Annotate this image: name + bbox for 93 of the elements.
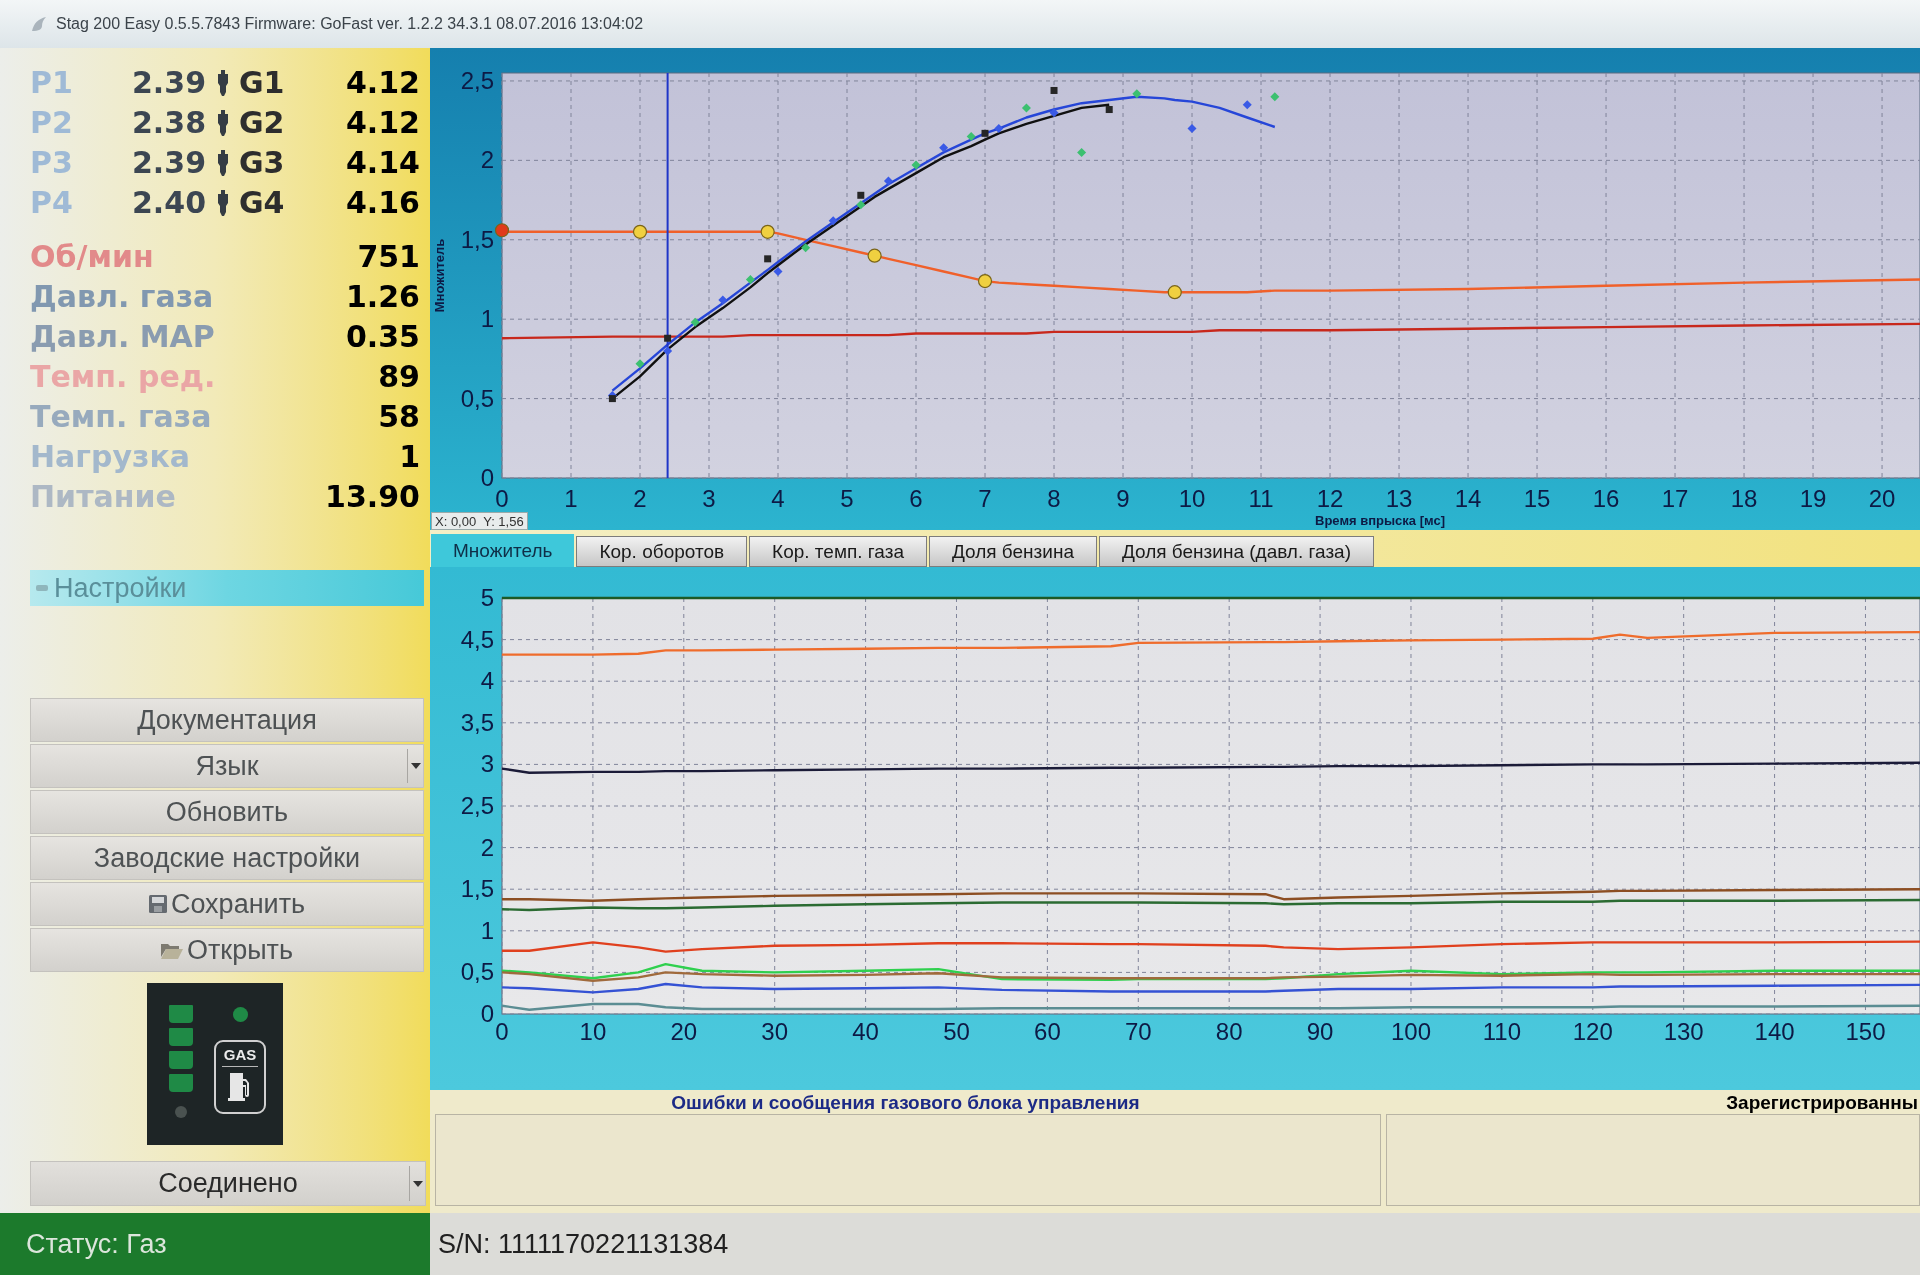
axis-tick-label: 12 bbox=[1316, 485, 1344, 512]
axis-tick-label: 2 bbox=[480, 146, 494, 174]
axis-tick-label: 1,5 bbox=[460, 875, 494, 903]
axis-tick-label: 2,5 bbox=[460, 792, 494, 819]
window-title: Stag 200 Easy 0.5.5.7843 Firmware: GoFast ver. 1.2.2 34.3.1 08.07.2016 13:04:02 bbox=[56, 14, 644, 34]
reading-value: 751 bbox=[357, 242, 420, 272]
axis-tick-label: 6 bbox=[909, 485, 923, 512]
axis-tick-label: 0 bbox=[495, 1018, 509, 1045]
axis-tick-label: 15 bbox=[1523, 485, 1551, 512]
axis-tick-label: 40 bbox=[852, 1018, 879, 1045]
axis-tick-label: 20 bbox=[670, 1018, 698, 1045]
axis-tick-label: 0 bbox=[480, 1000, 494, 1027]
reading-label: Темп. газа bbox=[30, 402, 212, 432]
section-title: Ошибки и сообщения газового блока управления bbox=[671, 1092, 1140, 1112]
axis-tick-label: 120 bbox=[1572, 1018, 1613, 1045]
axis-tick-label: 3 bbox=[702, 485, 716, 512]
injector-time: 2.39 bbox=[132, 148, 208, 178]
axis-tick-label: 20 bbox=[1868, 485, 1896, 512]
axis-tick-label: 10 bbox=[579, 1018, 607, 1045]
section-title: Настройки bbox=[54, 574, 187, 602]
axis-tick-label: 140 bbox=[1754, 1018, 1795, 1045]
axis-tick-label: 1 bbox=[480, 916, 494, 944]
axis-tick-label: 18 bbox=[1730, 485, 1758, 512]
axis-tick-label: 130 bbox=[1663, 1018, 1704, 1045]
axis-title: Множитель bbox=[432, 238, 447, 313]
injector-time: 2.38 bbox=[132, 108, 208, 138]
reading-value: 1.26 bbox=[345, 282, 420, 312]
reading-value: 0.35 bbox=[345, 322, 420, 352]
injector-time: 4.14 bbox=[345, 148, 420, 178]
axis-tick-label: 80 bbox=[1215, 1018, 1243, 1045]
injector-label: G1 bbox=[239, 68, 285, 98]
injector-label: P2 bbox=[30, 108, 74, 138]
reading-value: 58 bbox=[378, 402, 420, 432]
axis-tick-label: 0,5 bbox=[460, 958, 494, 986]
axis-tick-label: 9 bbox=[1116, 485, 1130, 512]
axis-tick-label: 3 bbox=[480, 750, 494, 778]
reading-value: 1 bbox=[399, 442, 420, 472]
axis-tick-label: 2 bbox=[633, 485, 647, 512]
reading-label: Об/мин bbox=[30, 242, 154, 272]
injector-label: G2 bbox=[239, 108, 285, 138]
injector-time: 4.16 bbox=[345, 188, 420, 218]
reading-label: Нагрузка bbox=[30, 442, 191, 472]
injector-time: 2.40 bbox=[132, 188, 208, 218]
injector-label: P4 bbox=[30, 188, 74, 218]
reading-label: Давл. MAP bbox=[30, 322, 215, 352]
axis-tick-label: 4,5 bbox=[460, 625, 494, 653]
axis-tick-label: 0 bbox=[480, 464, 494, 491]
section-title: Зарегистрированны bbox=[1726, 1092, 1918, 1112]
axis-tick-label: 19 bbox=[1799, 485, 1827, 512]
injector-label: P1 bbox=[30, 68, 74, 98]
injector-time: 4.12 bbox=[345, 68, 420, 98]
axis-tick-label: 1,5 bbox=[460, 225, 494, 253]
axis-tick-label: 0 bbox=[495, 485, 509, 512]
axis-tick-label: 70 bbox=[1124, 1018, 1152, 1045]
axis-tick-label: 30 bbox=[761, 1018, 789, 1045]
reading-label: Темп. ред. bbox=[30, 362, 216, 392]
status-text: Статус: Газ bbox=[26, 1230, 167, 1258]
axis-tick-label: 60 bbox=[1034, 1018, 1061, 1045]
axis-tick-label: 3,5 bbox=[460, 708, 494, 736]
axis-tick-label: 100 bbox=[1390, 1018, 1431, 1045]
reading-value: 89 bbox=[378, 362, 420, 392]
reading-label: Питание bbox=[30, 482, 176, 512]
injector-time: 2.39 bbox=[132, 68, 208, 98]
injector-time: 4.12 bbox=[345, 108, 420, 138]
reading-value: 13.90 bbox=[325, 482, 420, 512]
axis-tick-label: 10 bbox=[1178, 485, 1206, 512]
axis-tick-label: 7 bbox=[978, 485, 992, 512]
axis-tick-label: 4 bbox=[480, 667, 494, 695]
axis-tick-label: 0,5 bbox=[460, 384, 494, 412]
serial-number: S/N: 1111170221131384 bbox=[438, 1230, 729, 1258]
axis-tick-label: 110 bbox=[1482, 1018, 1521, 1045]
axis-tick-label: 11 bbox=[1248, 485, 1274, 512]
axis-tick-label: 4 bbox=[771, 485, 785, 512]
axis-tick-label: 17 bbox=[1661, 485, 1689, 512]
injector-label: P3 bbox=[30, 148, 74, 178]
axis-tick-label: 1 bbox=[480, 305, 494, 333]
cursor-readout: X: 0,00 Y: 1,56 bbox=[431, 512, 528, 530]
axis-tick-label: 8 bbox=[1047, 485, 1061, 512]
axis-tick-label: 5 bbox=[480, 584, 494, 611]
axis-tick-label: 2 bbox=[480, 833, 494, 861]
reading-label: Давл. газа bbox=[30, 282, 214, 312]
injector-label: G3 bbox=[239, 148, 285, 178]
axis-tick-label: 1 bbox=[564, 485, 578, 512]
axis-tick-label: 2,5 bbox=[460, 66, 494, 94]
axis-tick-label: 5 bbox=[840, 485, 854, 512]
axis-tick-label: 90 bbox=[1306, 1018, 1334, 1045]
axis-tick-label: 13 bbox=[1385, 485, 1413, 512]
axis-title: Время впрыска [мс] bbox=[1315, 513, 1445, 528]
axis-tick-label: 16 bbox=[1592, 485, 1620, 512]
injector-label: G4 bbox=[239, 188, 285, 218]
axis-tick-label: 14 bbox=[1454, 485, 1482, 512]
axis-tick-label: 50 bbox=[943, 1018, 970, 1045]
axis-tick-label: 150 bbox=[1845, 1018, 1886, 1045]
